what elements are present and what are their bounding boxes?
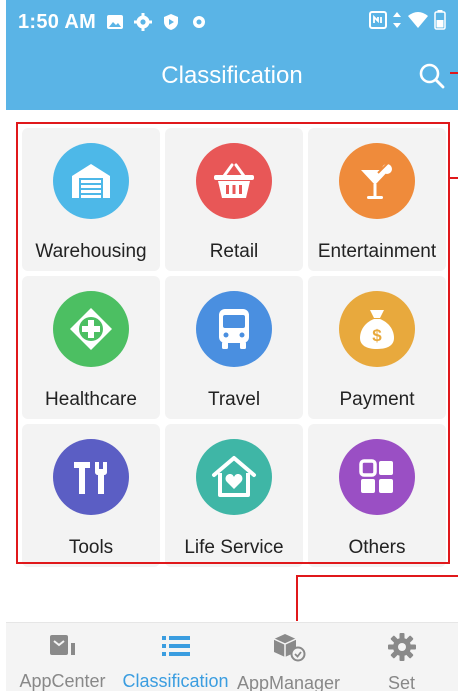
nfc-icon xyxy=(369,11,387,34)
image-icon xyxy=(106,13,124,31)
settings-gear-icon xyxy=(385,633,419,661)
annotation-pointer-middle xyxy=(450,177,458,179)
nav-label: Classification xyxy=(122,671,229,691)
package-gear-icon xyxy=(272,633,306,662)
status-right xyxy=(369,10,446,35)
app-center-icon xyxy=(46,633,80,659)
nav-label: AppManager xyxy=(236,673,341,691)
nav-label: Set xyxy=(387,673,416,691)
nav-app-center[interactable]: AppCenter xyxy=(6,623,119,691)
search-icon xyxy=(419,63,445,89)
gear-icon xyxy=(134,13,153,31)
nav-classification[interactable]: Classification xyxy=(119,623,232,691)
nav-label: AppCenter xyxy=(19,671,106,691)
annotation-pointer-top xyxy=(450,72,458,74)
data-arrows-icon xyxy=(392,11,402,34)
wifi-icon xyxy=(407,11,429,34)
app-header: 1:50 AM Classification xyxy=(6,0,458,110)
search-button[interactable] xyxy=(416,60,448,92)
record-icon xyxy=(190,13,208,31)
list-icon xyxy=(159,633,193,659)
status-time: 1:50 AM xyxy=(18,10,97,33)
annotation-frame xyxy=(16,122,450,564)
bottom-nav: AppCenter Classification AppManager Set xyxy=(6,622,458,691)
page-title: Classification xyxy=(161,62,303,89)
status-bar: 1:50 AM xyxy=(18,8,208,36)
nav-app-manager[interactable]: AppManager xyxy=(232,623,345,691)
battery-icon xyxy=(434,10,446,35)
nav-set[interactable]: Set xyxy=(345,623,458,691)
shield-icon xyxy=(162,13,180,31)
annotation-pointer-bottom-vertical xyxy=(296,575,298,621)
annotation-pointer-bottom-horizontal xyxy=(296,575,458,577)
